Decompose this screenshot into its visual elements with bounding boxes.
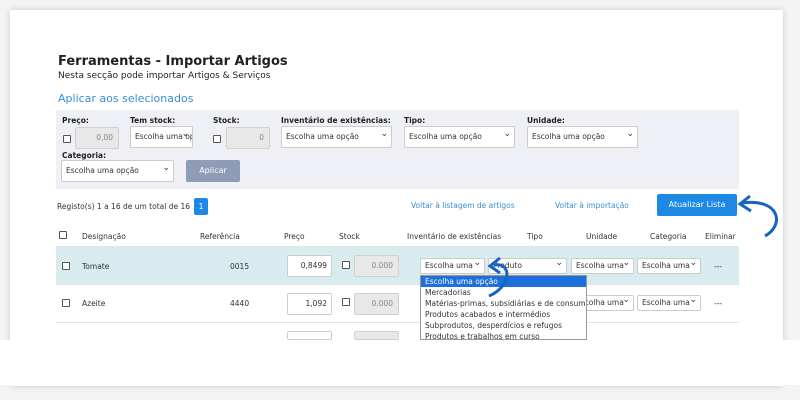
annotation-arrows [487, 194, 778, 298]
arrow-to-dropdown-icon [488, 263, 509, 298]
